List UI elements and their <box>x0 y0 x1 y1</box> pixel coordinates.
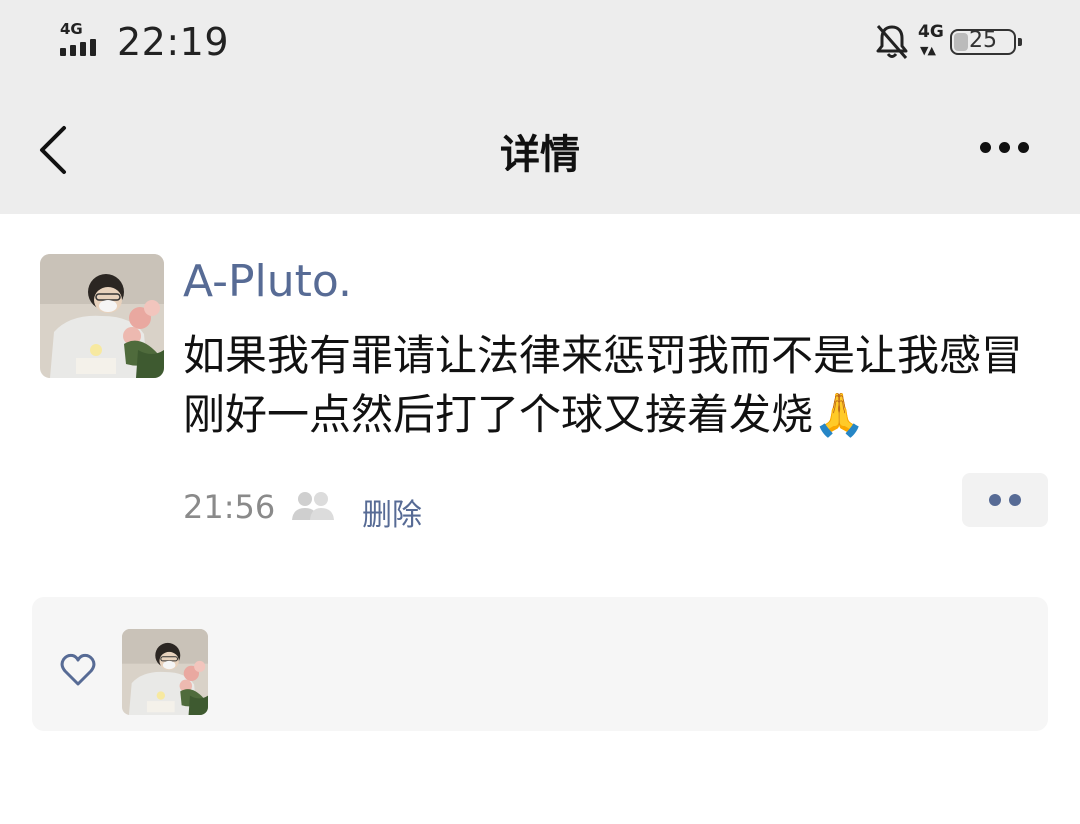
group-icon <box>292 492 334 520</box>
status-time: 22:19 <box>117 20 230 64</box>
avatar[interactable] <box>40 254 164 378</box>
likes-section <box>32 597 1048 731</box>
bell-off-icon <box>876 25 908 59</box>
heart-icon <box>60 653 96 686</box>
page-title: 详情 <box>500 132 580 178</box>
cellular-signal-icon: 4G <box>60 20 106 60</box>
battery-level: 25 <box>969 28 997 53</box>
network-4g-icon: 4G ▼▲ <box>918 22 944 57</box>
network-type-label: 4G <box>918 22 944 42</box>
avatar-image <box>122 629 208 715</box>
top-bar: 4G 22:19 4G ▼▲ 25 详情 <box>0 0 1080 214</box>
delete-button[interactable]: 删除 <box>362 490 422 534</box>
liker-avatar[interactable] <box>122 629 208 715</box>
post-text: 如果我有罪请让法律来惩罚我而不是让我感冒刚好一点然后打了个球又接着发烧🙏 <box>183 331 1024 439</box>
more-dots-icon[interactable] <box>962 473 1048 527</box>
post-author[interactable]: A-Pluto. <box>183 256 352 307</box>
battery-icon: 25 <box>950 28 1022 55</box>
avatar-image <box>40 254 164 378</box>
more-horizontal-icon[interactable] <box>980 142 1030 156</box>
post-time: 21:56 <box>183 488 276 526</box>
